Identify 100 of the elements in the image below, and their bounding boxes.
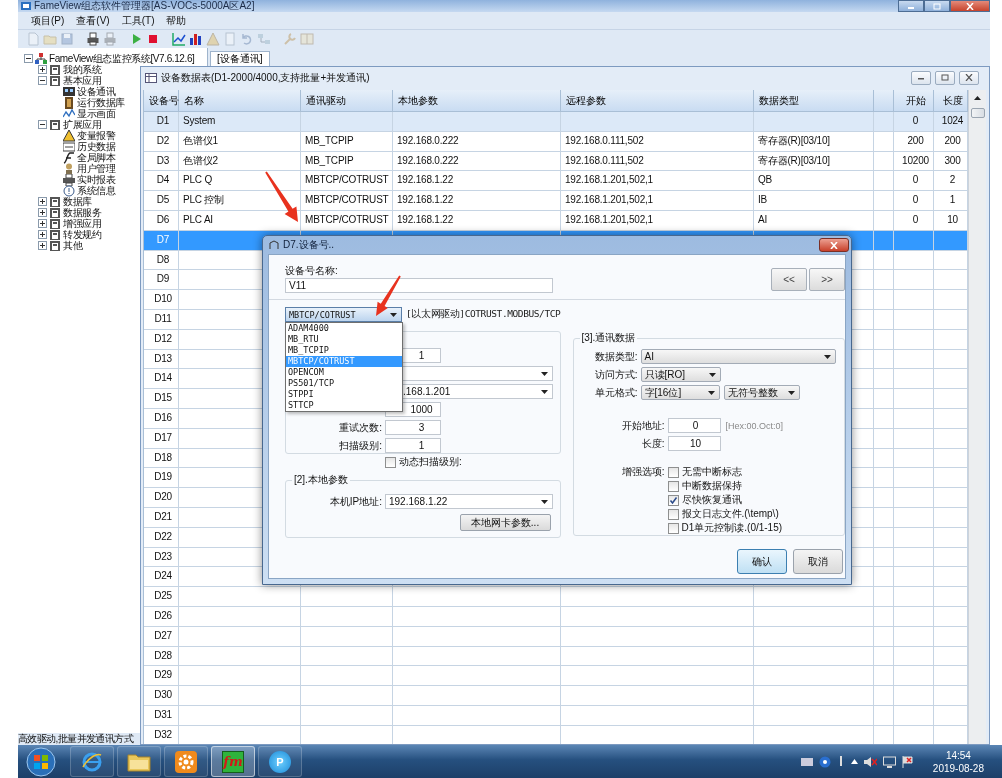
menu-item[interactable]: 帮助	[161, 12, 192, 29]
line-chart-icon[interactable]	[172, 32, 186, 46]
flag-icon[interactable]	[901, 755, 915, 768]
table-row[interactable]: D27	[144, 626, 968, 647]
menu-item[interactable]: 工具(T)	[116, 12, 160, 29]
column-header[interactable]: 通讯驱动	[301, 90, 393, 111]
collapse-toggle[interactable]	[24, 54, 33, 63]
checkbox[interactable]	[667, 480, 679, 492]
network-settings-button[interactable]: 本地网卡参数...	[459, 514, 551, 531]
tree-item[interactable]: 基本应用	[63, 75, 102, 86]
checkbox[interactable]	[667, 494, 679, 506]
close-button[interactable]	[950, 0, 990, 12]
column-header[interactable]: 本地参数	[393, 90, 561, 111]
checkbox[interactable]	[667, 508, 679, 520]
tab[interactable]: [设备通讯]	[210, 51, 270, 66]
next-button[interactable]: >>	[809, 268, 845, 291]
tree-item[interactable]: 实时报表	[77, 174, 116, 185]
dropdown-field[interactable]: AI	[640, 349, 836, 364]
table-row[interactable]: D26	[144, 606, 968, 627]
taskbar-button[interactable]	[117, 746, 161, 777]
table-row[interactable]: D2 色谱仪1 MB_TCPIP 192.168.0.222 192.168.0.111,502 寄存器(R)[03/10] 200 200	[144, 131, 968, 152]
printer-icon[interactable]	[86, 32, 100, 46]
table-row[interactable]: D5 PLC 控制 MBTCP/COTRUST 192.168.1.22 192.168.1.201,502,1 IB 0 1	[144, 191, 968, 211]
menu-item[interactable]: 查看(V)	[71, 12, 115, 29]
table-row[interactable]: D25	[144, 587, 968, 607]
dropdown-field[interactable]: 只读[RO]	[640, 367, 721, 382]
text-field[interactable]: 3	[385, 420, 441, 435]
restore-button[interactable]	[935, 70, 955, 85]
column-header[interactable]: 名称	[179, 90, 301, 111]
table-row[interactable]: D3 色谱仪2 MB_TCPIP 192.168.0.222 192.168.0.111,502 寄存器(R)[03/10] 10200 300	[144, 151, 968, 172]
expand-toggle[interactable]	[38, 219, 47, 228]
dropdown-option[interactable]: MB_TCPIP	[286, 345, 402, 356]
maximize-button[interactable]	[924, 0, 950, 12]
tree-item[interactable]: 用户管理	[77, 163, 116, 174]
dropdown-field[interactable]: 192.168.1.22	[385, 494, 553, 509]
expand-toggle[interactable]	[38, 230, 47, 239]
close-button[interactable]	[959, 70, 979, 85]
expand-toggle[interactable]	[38, 65, 47, 74]
checkbox[interactable]	[667, 522, 679, 534]
tree-item[interactable]: 运行数据库	[77, 97, 125, 108]
confirm-button[interactable]: 确认	[737, 549, 787, 574]
column-header[interactable]: 数据类型	[754, 90, 874, 111]
dropdown-option[interactable]: OPENCOM	[286, 367, 402, 378]
table-row[interactable]: D30	[144, 686, 968, 706]
dropdown-field[interactable]: 无符号整数	[723, 385, 800, 400]
scrollbar[interactable]	[968, 90, 986, 744]
minimize-button[interactable]	[911, 70, 931, 85]
dropdown-option[interactable]: STPPI	[286, 389, 402, 400]
expand-toggle[interactable]	[38, 241, 47, 250]
tree-item[interactable]: 增强应用	[63, 218, 102, 229]
start-button[interactable]	[26, 746, 56, 777]
speaker-icon[interactable]	[863, 755, 877, 768]
text-field[interactable]: 1	[385, 438, 441, 453]
tree-item[interactable]: 设备通讯	[77, 86, 116, 97]
driver-dropdown[interactable]: MBTCP/COTRUST	[285, 307, 402, 322]
table-row[interactable]: D1 System 0 1024	[144, 112, 968, 132]
taskbar-button[interactable]	[70, 746, 114, 777]
minimize-button[interactable]	[898, 0, 924, 12]
expand-toggle[interactable]	[38, 197, 47, 206]
text-field[interactable]: 0	[667, 418, 721, 433]
tree-item[interactable]: 全局脚本	[77, 152, 116, 163]
table-row[interactable]: D29	[144, 666, 968, 687]
close-button[interactable]	[819, 238, 849, 252]
previous-button[interactable]: <<	[771, 268, 807, 291]
tree-item[interactable]: 转发规约	[63, 229, 102, 240]
checkbox[interactable]	[385, 456, 396, 468]
column-header[interactable]: 远程参数	[561, 90, 754, 111]
dropdown-option[interactable]: MB_RTU	[286, 334, 402, 345]
dropdown-option[interactable]: PS501/TCP	[286, 378, 402, 389]
stop-icon[interactable]	[146, 32, 160, 46]
table-row[interactable]: D4 PLC Q MBTCP/COTRUST 192.168.1.22 192.168.1.201,502,1 QB 0 2	[144, 171, 968, 192]
dropdown-field[interactable]: 字[16位]	[640, 385, 720, 400]
menu-item[interactable]: 项目(P)	[26, 12, 70, 29]
scroll-thumb[interactable]	[970, 108, 985, 118]
text-field[interactable]: 10	[667, 436, 721, 451]
monitor-icon[interactable]	[882, 755, 896, 768]
table-row[interactable]: D28	[144, 646, 968, 667]
tree-item[interactable]: 我的系统	[63, 64, 102, 75]
tree-item[interactable]: 数据服务	[63, 207, 102, 218]
tree-item[interactable]: 历史数据	[77, 141, 116, 152]
help-icon[interactable]	[818, 755, 831, 768]
taskbar-button[interactable]	[164, 746, 208, 777]
bar-chart-icon[interactable]	[189, 32, 203, 46]
column-header[interactable]: 设备号	[144, 90, 179, 111]
tree-item[interactable]: FameView组态监控系统[V7.6.12.6]	[49, 53, 195, 64]
dropdown-option[interactable]: STTCP	[286, 400, 402, 411]
expand-toggle[interactable]	[38, 208, 47, 217]
tree-item[interactable]: 变量报警	[77, 130, 116, 141]
dropdown-option[interactable]: ADAM4000	[286, 323, 402, 334]
tree-item[interactable]: 显示画面	[77, 108, 116, 119]
column-header[interactable]: 开始	[894, 90, 934, 111]
table-row[interactable]: D31	[144, 705, 968, 726]
checkbox[interactable]	[667, 466, 679, 478]
collapse-toggle[interactable]	[38, 120, 47, 129]
cancel-button[interactable]: 取消	[793, 549, 843, 574]
name-field[interactable]: V11	[285, 278, 553, 293]
collapse-toggle[interactable]	[38, 76, 47, 85]
tree-item[interactable]: 其他	[63, 240, 83, 251]
tree-item[interactable]: 系统信息	[77, 185, 116, 196]
tree-item[interactable]: 数据库	[63, 196, 92, 207]
